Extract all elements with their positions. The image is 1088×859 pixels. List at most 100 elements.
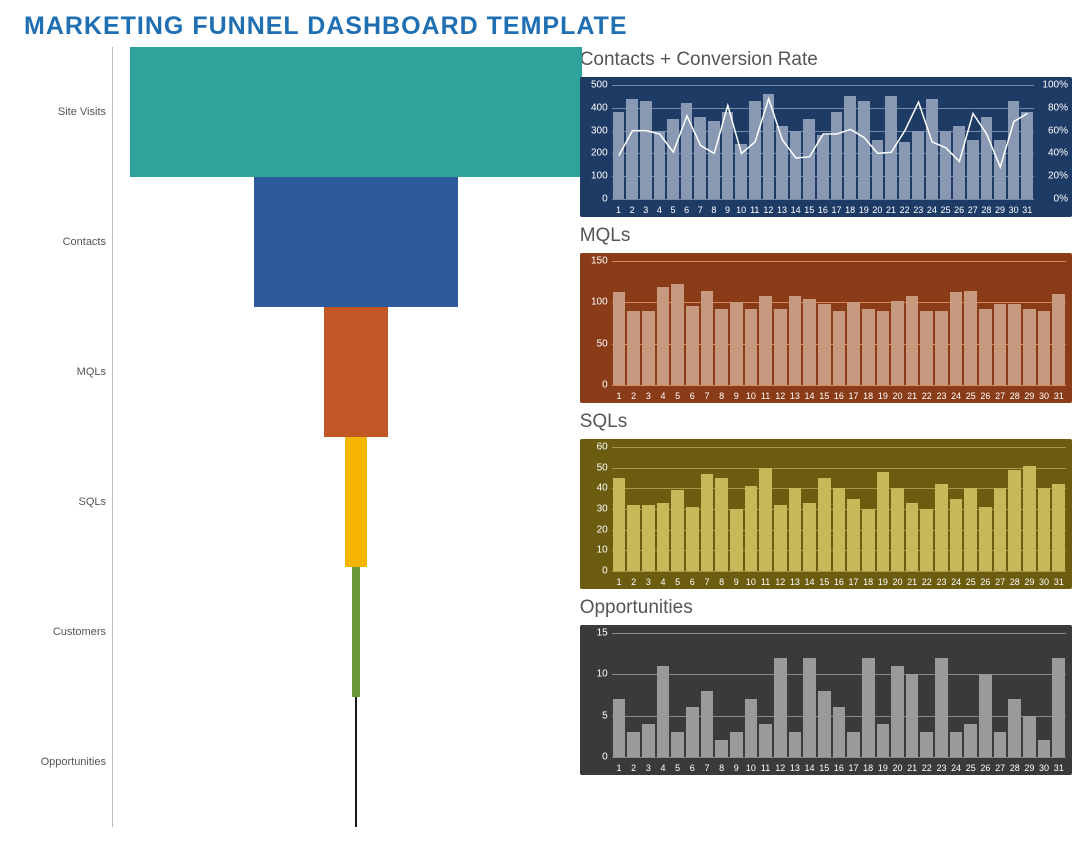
x-tick: 25 — [963, 577, 978, 587]
y-tick: 60 — [582, 442, 608, 453]
x-tick: 9 — [729, 391, 744, 401]
y-tick: 5 — [582, 710, 608, 721]
x-tick: 16 — [832, 577, 847, 587]
bar — [686, 507, 699, 571]
card-opps: Opportunities 05101512345678910111213141… — [580, 595, 1072, 775]
bar — [803, 658, 816, 757]
x-tick: 13 — [788, 577, 803, 587]
bar — [833, 488, 846, 571]
x-tick: 29 — [1022, 391, 1037, 401]
x-tick: 30 — [1037, 391, 1052, 401]
x-tick: 30 — [1037, 763, 1052, 773]
x-tick: 29 — [1022, 763, 1037, 773]
x-tick: 3 — [639, 205, 653, 215]
bar — [906, 296, 919, 385]
x-tick: 22 — [919, 391, 934, 401]
card-contacts: Contacts + Conversion Rate 0100200300400… — [580, 47, 1072, 217]
x-tick: 27 — [993, 763, 1008, 773]
bar — [627, 732, 640, 757]
chart-contacts: 01002003004005000%20%40%60%80%100%123456… — [580, 77, 1072, 217]
bar — [964, 291, 977, 385]
bar — [1038, 311, 1051, 385]
bar — [818, 304, 831, 385]
funnel-label: Opportunities — [24, 756, 106, 768]
x-tick: 9 — [729, 763, 744, 773]
x-tick: 24 — [949, 763, 964, 773]
x-tick: 18 — [861, 391, 876, 401]
funnel-bar — [352, 567, 360, 697]
x-tick: 28 — [1007, 577, 1022, 587]
card-title-mqls: MQLs — [580, 225, 1072, 247]
x-tick: 25 — [963, 763, 978, 773]
bar — [701, 691, 714, 757]
x-tick: 22 — [919, 763, 934, 773]
x-tick: 12 — [773, 577, 788, 587]
bar — [979, 309, 992, 385]
bar — [877, 311, 890, 385]
x-tick: 4 — [656, 763, 671, 773]
x-tick: 24 — [949, 391, 964, 401]
bar — [671, 284, 684, 385]
x-tick: 5 — [670, 577, 685, 587]
x-tick: 16 — [816, 205, 830, 215]
funnel-row-sqls: SQLs — [24, 437, 556, 567]
bar — [979, 507, 992, 571]
funnel-row-contacts: Contacts — [24, 177, 556, 307]
plot-area — [612, 85, 1034, 199]
bar — [862, 509, 875, 571]
bar — [774, 505, 787, 571]
x-tick: 18 — [861, 763, 876, 773]
bar — [994, 732, 1007, 757]
chart-mqls: 0501001501234567891011121314151617181920… — [580, 253, 1072, 403]
x-tick: 31 — [1051, 763, 1066, 773]
x-tick: 13 — [788, 391, 803, 401]
bar — [891, 666, 904, 757]
bar — [613, 478, 626, 571]
bar — [979, 674, 992, 757]
x-tick: 24 — [949, 577, 964, 587]
y-tick: 0 — [582, 380, 608, 391]
page-title: MARKETING FUNNEL DASHBOARD TEMPLATE — [24, 12, 1072, 41]
bar — [950, 292, 963, 385]
bar — [701, 291, 714, 385]
x-tick: 21 — [905, 391, 920, 401]
bar — [671, 732, 684, 757]
gridline — [612, 571, 1066, 572]
bar — [789, 296, 802, 385]
bar — [715, 478, 728, 571]
x-tick: 31 — [1051, 577, 1066, 587]
x-tick: 14 — [789, 205, 803, 215]
bar — [686, 707, 699, 757]
funnel-bar — [254, 177, 457, 307]
bar — [715, 309, 728, 385]
bar — [745, 309, 758, 385]
bar — [891, 488, 904, 571]
x-tick: 31 — [1020, 205, 1034, 215]
y-tick: 0 — [582, 752, 608, 763]
x-tick: 17 — [830, 205, 844, 215]
x-tick: 28 — [1007, 763, 1022, 773]
funnel-row-mqls: MQLs — [24, 307, 556, 437]
x-tick: 5 — [666, 205, 680, 215]
x-ticks: 1234567891011121314151617181920212223242… — [612, 763, 1066, 773]
bar — [789, 732, 802, 757]
x-tick: 11 — [748, 205, 762, 215]
bar — [1008, 470, 1021, 571]
bar — [847, 302, 860, 385]
x-tick: 29 — [993, 205, 1007, 215]
bar — [877, 724, 890, 757]
x-tick: 8 — [714, 577, 729, 587]
x-tick: 19 — [876, 763, 891, 773]
x-tick: 18 — [861, 577, 876, 587]
bar — [818, 691, 831, 757]
gridline — [612, 199, 1034, 200]
x-tick: 26 — [978, 577, 993, 587]
bar — [994, 304, 1007, 385]
x-tick: 15 — [817, 577, 832, 587]
x-tick: 15 — [802, 205, 816, 215]
chart-opportunities: 0510151234567891011121314151617181920212… — [580, 625, 1072, 775]
x-tick: 14 — [802, 577, 817, 587]
x-tick: 2 — [626, 763, 641, 773]
bar — [1052, 484, 1065, 571]
y-tick: 150 — [582, 256, 608, 267]
